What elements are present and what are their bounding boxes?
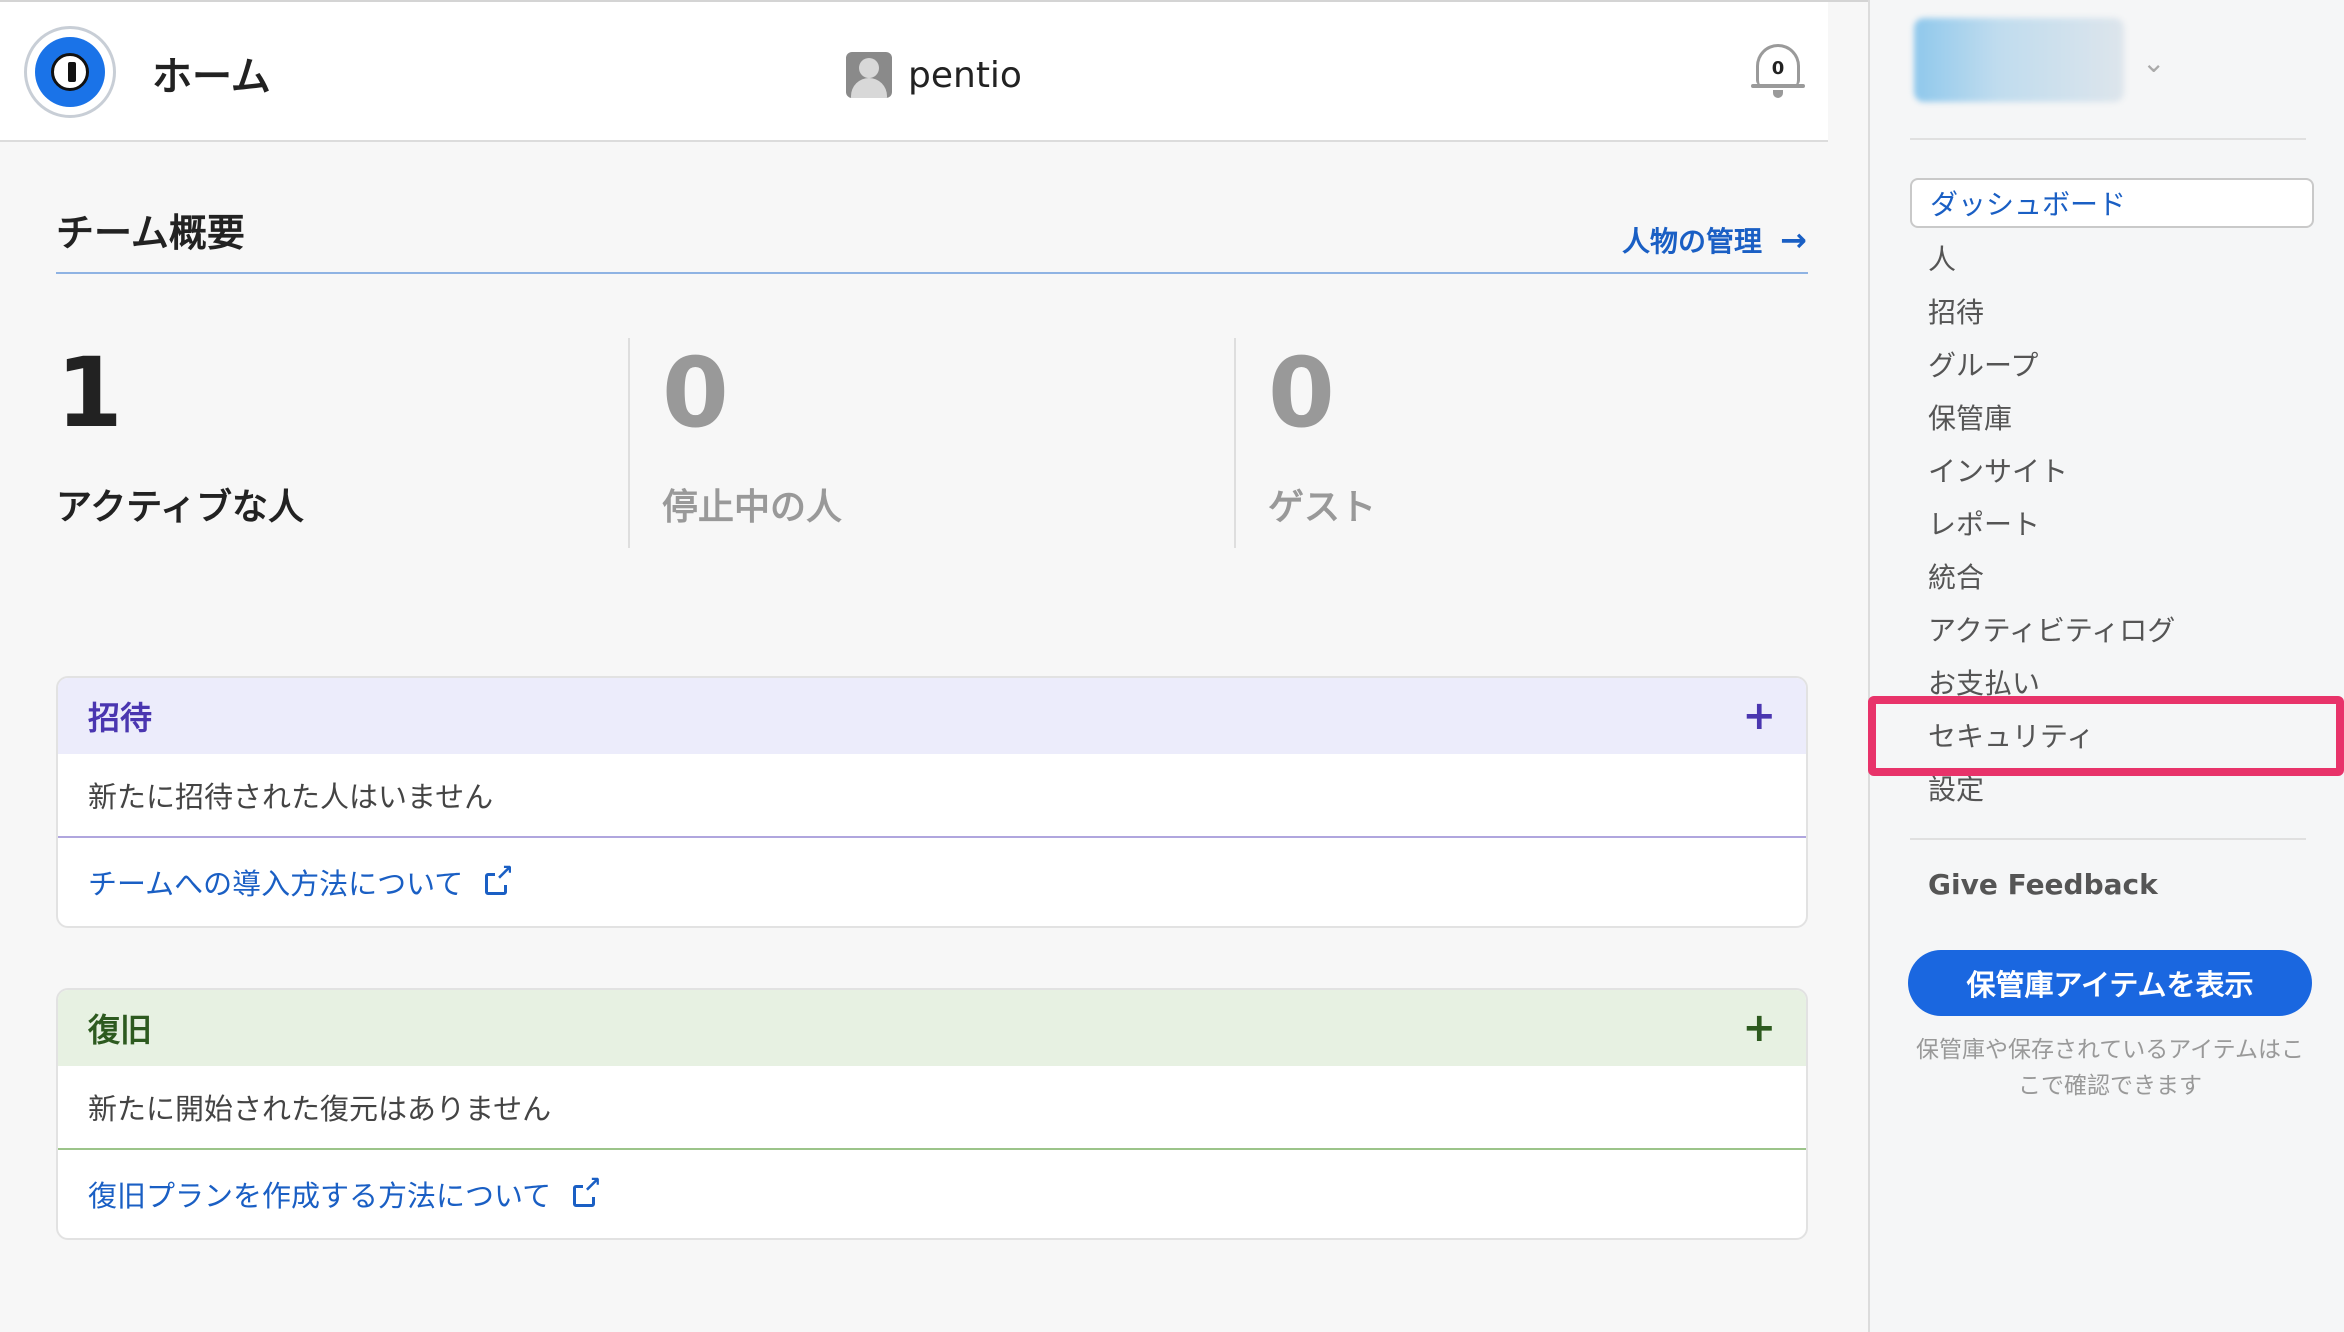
arrow-right-icon: → bbox=[1780, 221, 1807, 259]
account-name: pentio bbox=[908, 54, 1022, 96]
sidebar-item-insights[interactable]: インサイト bbox=[1910, 443, 2314, 496]
stat-guests[interactable]: 0 ゲスト bbox=[1268, 338, 1376, 530]
recovery-card: 復旧 + 新たに開始された復元はありません 復旧プランを作成する方法について ↗ bbox=[56, 988, 1808, 1240]
stat-label: アクティブな人 bbox=[56, 487, 305, 528]
divider bbox=[1234, 338, 1236, 548]
invite-empty-text: 新たに招待された人はいません bbox=[58, 754, 1806, 838]
stat-active[interactable]: 1 アクティブな人 bbox=[56, 338, 304, 530]
manage-people-label: 人物の管理 bbox=[1622, 225, 1763, 258]
invite-help-link[interactable]: チームへの導入方法について ↗ bbox=[58, 838, 1806, 926]
stat-value: 0 bbox=[1268, 337, 1335, 449]
account-menu-avatar[interactable] bbox=[1914, 18, 2124, 102]
sidebar: ⌄ ダッシュボード 人 招待 グループ 保管庫 インサイト レポート 統合 アク… bbox=[1868, 0, 2344, 1332]
account-switcher[interactable]: pentio bbox=[846, 52, 1022, 98]
sidebar-item-billing[interactable]: お支払い bbox=[1910, 655, 2314, 708]
sidebar-item-integrations[interactable]: 統合 bbox=[1910, 549, 2314, 602]
main-area: ホーム pentio 0 チーム概要 人物の管理 → 1 アクティブな人 0 停… bbox=[0, 0, 1868, 1332]
recovery-empty-text: 新たに開始された復元はありません bbox=[58, 1066, 1806, 1150]
top-header: ホーム pentio 0 bbox=[0, 2, 1828, 142]
invite-card: 招待 + 新たに招待された人はいません チームへの導入方法について ↗ bbox=[56, 676, 1808, 928]
sidebar-item-groups[interactable]: グループ bbox=[1910, 337, 2314, 390]
add-recovery-plus-icon[interactable]: + bbox=[1742, 1008, 1776, 1048]
avatar bbox=[846, 52, 892, 98]
sidebar-item-invitations[interactable]: 招待 bbox=[1910, 284, 2314, 337]
section-title: チーム概要 bbox=[56, 211, 245, 255]
stat-suspended[interactable]: 0 停止中の人 bbox=[662, 338, 842, 530]
divider bbox=[56, 272, 1808, 274]
stat-value: 0 bbox=[662, 337, 729, 449]
app-logo-icon[interactable] bbox=[24, 26, 116, 118]
recovery-card-header: 復旧 + bbox=[58, 990, 1806, 1066]
sidebar-item-people[interactable]: 人 bbox=[1910, 231, 2314, 284]
recovery-card-title: 復旧 bbox=[88, 1011, 153, 1049]
manage-people-link[interactable]: 人物の管理 → bbox=[1622, 220, 1807, 260]
external-link-icon: ↗ bbox=[485, 863, 514, 895]
give-feedback-link[interactable]: Give Feedback bbox=[1928, 868, 2158, 901]
stat-label: ゲスト bbox=[1268, 487, 1377, 528]
notification-bell-icon[interactable]: 0 bbox=[1748, 36, 1808, 98]
sidebar-item-security[interactable]: セキュリティ bbox=[1910, 708, 2314, 761]
stat-label: 停止中の人 bbox=[662, 487, 843, 528]
view-vault-items-button[interactable]: 保管庫アイテムを表示 bbox=[1908, 950, 2312, 1016]
sidebar-item-dashboard[interactable]: ダッシュボード bbox=[1910, 178, 2314, 228]
sidebar-item-settings[interactable]: 設定 bbox=[1910, 761, 2314, 814]
add-invite-plus-icon[interactable]: + bbox=[1742, 696, 1776, 736]
sidebar-nav: ダッシュボード 人 招待 グループ 保管庫 インサイト レポート 統合 アクティ… bbox=[1910, 178, 2314, 814]
divider bbox=[628, 338, 630, 548]
recovery-help-label: 復旧プランを作成する方法について bbox=[88, 1179, 552, 1213]
vault-note: 保管庫や保存されているアイテムはここで確認できます bbox=[1915, 1037, 2304, 1099]
invite-card-header: 招待 + bbox=[58, 678, 1806, 754]
notification-count: 0 bbox=[1771, 58, 1785, 79]
sidebar-item-activity-log[interactable]: アクティビティログ bbox=[1910, 602, 2314, 655]
invite-help-label: チームへの導入方法について bbox=[88, 867, 464, 901]
divider bbox=[1910, 138, 2306, 140]
recovery-help-link[interactable]: 復旧プランを作成する方法について ↗ bbox=[58, 1150, 1806, 1238]
invite-card-title: 招待 bbox=[88, 699, 153, 737]
divider bbox=[1910, 838, 2306, 840]
sidebar-item-reports[interactable]: レポート bbox=[1910, 496, 2314, 549]
sidebar-item-vaults[interactable]: 保管庫 bbox=[1910, 390, 2314, 443]
page-title: ホーム bbox=[152, 54, 271, 100]
stat-value: 1 bbox=[56, 337, 123, 449]
external-link-icon: ↗ bbox=[573, 1175, 602, 1207]
chevron-down-icon[interactable]: ⌄ bbox=[2142, 46, 2165, 79]
